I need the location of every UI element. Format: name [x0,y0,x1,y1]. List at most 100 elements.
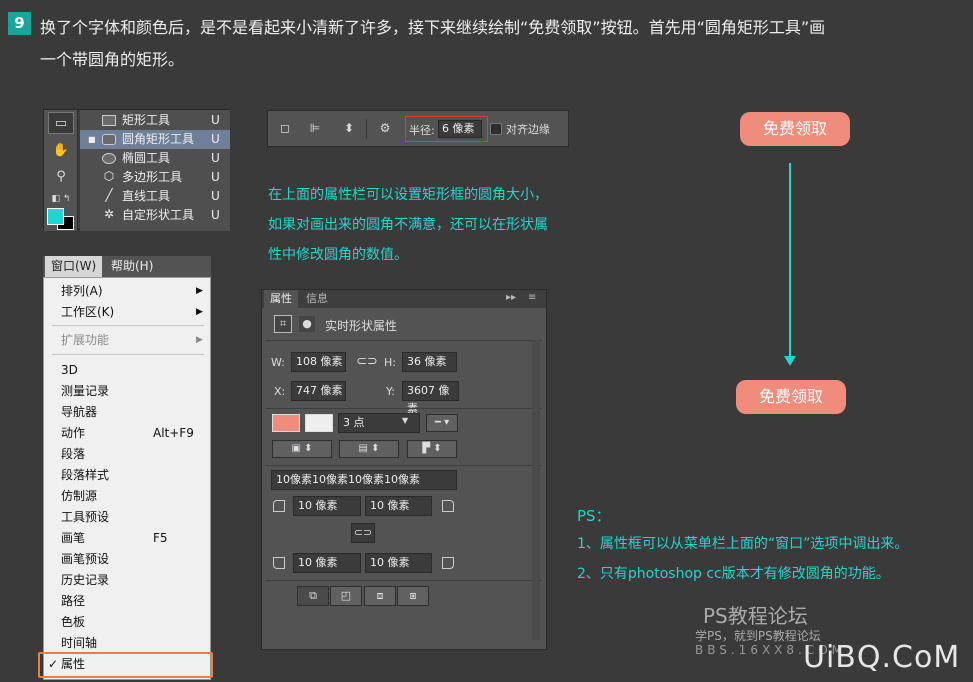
menu-item[interactable]: 测量记录 [44,381,210,402]
menu-shortcut: F5 [153,531,168,545]
tool-shortcut: U [211,132,220,146]
intersect-shapes-icon[interactable]: ⧈ [364,586,396,606]
step-number-badge: 9 [8,12,31,35]
options-bar: ◻ ⊫ ⬍ ⚙ 半径: 6 像素 对齐边缘 [267,110,569,147]
divider [266,580,542,581]
stroke-type-dropdown[interactable]: ━ ▾ [426,414,458,432]
menu-item-label: 色板 [61,615,86,629]
menu-item[interactable]: 色板 [44,612,210,633]
path-alignment-icon[interactable]: ⊫ [306,119,324,137]
divider [266,408,542,409]
path-operations-icon[interactable]: ◻ [276,119,294,137]
tool-item[interactable]: 矩形工具 U [80,111,230,130]
exclude-shapes-icon[interactable]: ⧆ [397,586,429,606]
menu-item-label: 段落样式 [61,468,110,482]
menu-item[interactable]: 导航器 [44,402,210,423]
menu-help[interactable]: 帮助(H) [105,256,159,277]
link-corners-icon[interactable]: ⊂⊃ [351,523,375,543]
rounded-rect-tool-icon[interactable]: ▭ [48,112,74,134]
menu-item[interactable]: 时间轴 [44,633,210,654]
path-arrangement-icon[interactable]: ⬍ [340,119,358,137]
tool-item[interactable]: ⬡ 多边形工具 U [80,168,230,187]
menu-item-label: 路径 [61,594,86,608]
ps-note-1: 1、属性框可以从菜单栏上面的“窗口”选项中调出来。 [577,536,909,552]
menu-bar: 窗口(W) 帮助(H) [43,256,211,277]
hand-tool-icon[interactable]: ✋ [48,140,74,162]
scrollbar[interactable] [532,340,540,640]
height-field[interactable]: 36 像素 [402,352,457,372]
tool-item[interactable]: ✲ 自定形状工具 U [80,206,230,225]
tool-shortcut: U [211,151,220,165]
window-menu-dropdown: 排列(A) ▶ 工作区(K) ▶ 扩展功能 ▶ 3D 测量记录 导航器 动作 Alt+F9 段落 段落样… [43,277,211,680]
menu-item[interactable]: 工作区(K) ▶ [44,302,210,323]
swap-colors-icon[interactable]: ◧ ↰ [48,188,74,210]
menu-item-label: 导航器 [61,405,98,419]
menu-item[interactable]: 3D [44,360,210,381]
radius-input[interactable]: 6 像素 [438,120,482,138]
corner-tl-field[interactable]: 10 像素 [293,496,361,516]
note-line-3: 性中修改圆角的数值。 [268,247,408,263]
stroke-corners-dropdown[interactable]: ▛ ⬍ [407,440,457,458]
corner-br-field[interactable]: 10 像素 [365,553,432,573]
menu-item-label: 历史记录 [61,573,110,587]
menu-item-label: 扩展功能 [61,333,110,347]
menu-item[interactable]: 画笔 F5 [44,528,210,549]
corner-bl-field[interactable]: 10 像素 [293,553,361,573]
x-field[interactable]: 747 像素 [291,381,346,401]
stroke-caps-dropdown[interactable]: ▤ ⬍ [339,440,399,458]
corner-bl-icon [273,557,285,569]
zoom-tool-icon[interactable]: ⚲ [48,166,74,188]
note-line-1: 在上面的属性栏可以设置矩形框的圆角大小， [268,187,548,203]
divider [52,325,204,326]
menu-item-label: 画笔 [61,531,86,545]
panel-menu-icon[interactable]: ≡ [528,292,536,303]
menu-shortcut: Alt+F9 [153,426,194,440]
tool-item[interactable]: 椭圆工具 U [80,149,230,168]
corner-tr-field[interactable]: 10 像素 [365,496,432,516]
menu-item[interactable]: 历史记录 [44,570,210,591]
menu-item-label: 测量记录 [61,384,110,398]
note-line-2: 如果对画出来的圆角不满意，还可以在形状属 [268,217,548,233]
menu-item[interactable]: 段落样式 [44,465,210,486]
subtract-shapes-icon[interactable]: ◰ [330,586,362,606]
menu-item[interactable]: 路径 [44,591,210,612]
divider [266,340,542,341]
free-claim-button-bottom[interactable]: 免费领取 [736,380,846,414]
collapse-icon[interactable]: ▸▸ [506,292,516,303]
ellipse-tool-icon [102,153,116,164]
menu-item[interactable]: 动作 Alt+F9 [44,423,210,444]
combine-shapes-icon[interactable]: ⧉ [297,586,329,606]
tool-shortcut: U [211,208,220,222]
menu-item[interactable]: 排列(A) ▶ [44,281,210,302]
free-claim-button-top[interactable]: 免费领取 [740,112,850,146]
gear-icon[interactable]: ⚙ [376,119,394,137]
corner-tl-icon [273,500,285,512]
stroke-color-swatch[interactable] [305,414,333,432]
all-corners-field[interactable]: 10像素10像素10像素10像素 [271,470,457,490]
tool-item[interactable]: ╱ 直线工具 U [80,187,230,206]
link-icon[interactable]: ⊂⊃ [356,354,378,369]
divider [366,119,367,139]
y-field[interactable]: 3607 像素 [402,381,459,415]
menu-item[interactable]: 仿制源 [44,486,210,507]
line-tool-icon: ╱ [105,188,113,202]
menu-item[interactable]: 工具预设 [44,507,210,528]
menu-item-label: 排列(A) [61,284,103,298]
menu-item[interactable]: 段落 [44,444,210,465]
menu-item[interactable]: 画笔预设 [44,549,210,570]
mask-properties-icon[interactable]: ● [298,315,316,333]
tool-item[interactable]: ■ 圆角矩形工具 U [80,130,230,149]
tab-properties[interactable]: 属性 [264,290,298,308]
tool-shortcut: U [211,189,220,203]
stroke-align-dropdown[interactable]: ▣ ⬍ [272,440,332,458]
tab-info[interactable]: 信息 [300,290,334,308]
fill-color-swatch[interactable] [272,414,300,432]
align-edges-checkbox[interactable] [490,123,502,135]
menu-window[interactable]: 窗口(W) [45,256,103,277]
foreground-color-swatch[interactable] [47,208,64,225]
radius-label: 半径: [409,124,435,137]
menu-item-label: 工作区(K) [61,305,115,319]
chevron-down-icon[interactable]: ▼ [402,416,408,425]
width-field[interactable]: 108 像素 [291,352,346,372]
panel-title: 实时形状属性 [325,319,398,333]
